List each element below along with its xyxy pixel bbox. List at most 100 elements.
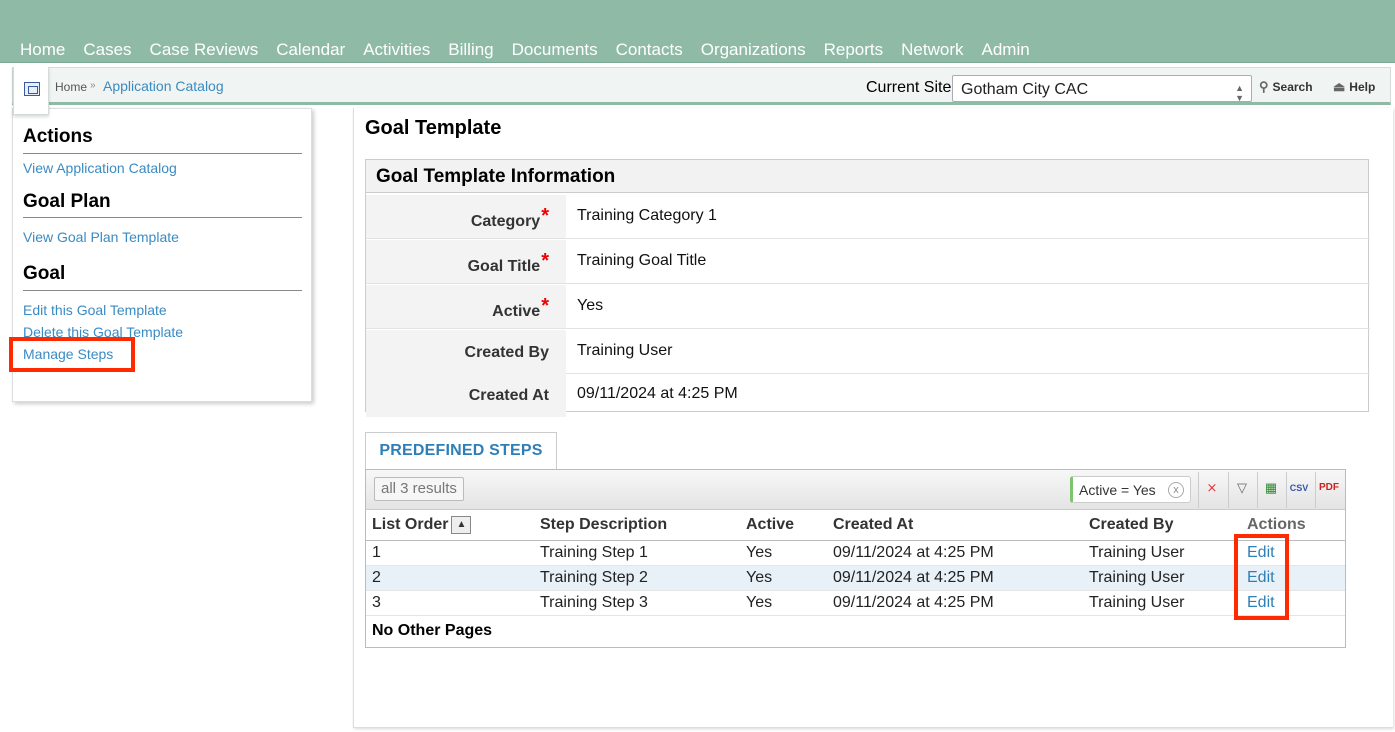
search-button[interactable]: ⚲ Search <box>1259 79 1313 95</box>
pagination-status: No Other Pages <box>372 622 493 639</box>
main-menu: Home Cases Case Reviews Calendar Activit… <box>20 40 1048 60</box>
divider <box>23 217 302 218</box>
remove-filter-icon[interactable]: x <box>1168 482 1184 498</box>
goal-heading: Goal <box>23 263 66 284</box>
chevron-updown-icon: ▲ ▼ <box>1235 83 1244 103</box>
col-created-at[interactable]: Created At <box>827 511 1083 541</box>
field-label: Goal Title* <box>366 240 566 283</box>
sort-ascending-icon[interactable]: ▲ <box>451 516 472 535</box>
nav-case-reviews[interactable]: Case Reviews <box>150 40 259 60</box>
breadcrumb-application-catalog[interactable]: Application Catalog <box>103 78 224 94</box>
main-content: Goal Template Goal Template Information … <box>353 108 1393 728</box>
cell-created-by: Training User <box>1083 590 1241 616</box>
filter-chip-label: Active = Yes <box>1079 482 1156 498</box>
breadcrumb-bar: Home » Application Catalog Current Site … <box>12 67 1391 115</box>
required-marker: * <box>541 295 549 317</box>
steps-table: List Order ▲ Step Description Active Crea… <box>366 511 1345 616</box>
breadcrumb-separator: » <box>90 80 96 91</box>
field-row-created-at: Created At 09/11/2024 at 4:25 PM <box>366 373 1370 417</box>
field-row-active: Active* Yes <box>366 285 1370 329</box>
cell-description: Training Step 1 <box>534 540 740 566</box>
view-goal-plan-template-link[interactable]: View Goal Plan Template <box>23 229 179 245</box>
nav-cases[interactable]: Cases <box>83 40 131 60</box>
field-value: Training Goal Title <box>577 252 707 269</box>
nav-organizations[interactable]: Organizations <box>701 40 806 60</box>
cell-created-by: Training User <box>1083 540 1241 566</box>
cell-active: Yes <box>740 565 827 591</box>
filter-icon[interactable]: ▽ <box>1231 477 1253 499</box>
table-row: 2 Training Step 2 Yes 09/11/2024 at 4:25… <box>366 565 1345 591</box>
col-step-description[interactable]: Step Description <box>534 511 740 541</box>
cell-active: Yes <box>740 590 827 616</box>
top-nav-bar: Home Cases Case Reviews Calendar Activit… <box>0 0 1395 63</box>
nav-network[interactable]: Network <box>901 40 963 60</box>
active-filter-chip[interactable]: Active = Yes x <box>1070 476 1191 503</box>
excel-export-icon[interactable]: ▦ <box>1260 477 1282 499</box>
field-label: Active* <box>366 285 566 328</box>
cell-created-by: Training User <box>1083 565 1241 591</box>
goal-template-info-box: Goal Template Information Category* Trai… <box>365 159 1370 417</box>
predefined-steps-grid: all 3 results Active = Yes x ⨯ ▽ ▦ CSV P… <box>365 469 1346 648</box>
info-box-title: Goal Template Information <box>366 160 1368 193</box>
field-label: Created By <box>366 330 566 373</box>
table-row: 3 Training Step 3 Yes 09/11/2024 at 4:25… <box>366 590 1345 616</box>
divider <box>23 153 302 154</box>
nav-calendar[interactable]: Calendar <box>276 40 345 60</box>
field-label: Created At <box>366 373 566 417</box>
nav-billing[interactable]: Billing <box>448 40 493 60</box>
divider <box>23 290 302 291</box>
tab-predefined-steps[interactable]: PREDEFINED STEPS <box>365 432 557 469</box>
field-value: Yes <box>577 297 604 314</box>
toolbar-divider <box>1198 472 1199 508</box>
col-active[interactable]: Active <box>740 511 827 541</box>
cell-created-at: 09/11/2024 at 4:25 PM <box>827 590 1083 616</box>
field-value: Training Category 1 <box>577 207 717 224</box>
help-bell-icon: ⏏ <box>1333 79 1346 94</box>
field-row-created-by: Created By Training User <box>366 330 1370 374</box>
cell-created-at: 09/11/2024 at 4:25 PM <box>827 540 1083 566</box>
current-site-select[interactable]: Gotham City CAC ▲ ▼ <box>952 75 1252 103</box>
table-row: 1 Training Step 1 Yes 09/11/2024 at 4:25… <box>366 540 1345 566</box>
toolbar-divider <box>1286 472 1287 508</box>
col-created-by[interactable]: Created By <box>1083 511 1241 541</box>
toolbar-divider <box>1257 472 1258 508</box>
cell-order: 2 <box>366 565 534 591</box>
nav-documents[interactable]: Documents <box>512 40 598 60</box>
results-count: all 3 results <box>374 477 464 501</box>
cell-active: Yes <box>740 540 827 566</box>
cell-description: Training Step 2 <box>534 565 740 591</box>
field-row-goal-title: Goal Title* Training Goal Title <box>366 240 1370 284</box>
view-application-catalog-link[interactable]: View Application Catalog <box>23 160 177 176</box>
field-label: Category* <box>366 195 566 238</box>
manage-steps-highlight <box>9 337 135 372</box>
sidebar-toggle-button[interactable] <box>13 67 49 115</box>
cell-description: Training Step 3 <box>534 590 740 616</box>
nav-admin[interactable]: Admin <box>982 40 1030 60</box>
field-value: Training User <box>577 342 673 359</box>
current-site-value: Gotham City CAC <box>961 81 1089 98</box>
actions-heading: Actions <box>23 126 93 147</box>
cell-order: 1 <box>366 540 534 566</box>
goal-plan-heading: Goal Plan <box>23 191 111 212</box>
nav-contacts[interactable]: Contacts <box>616 40 683 60</box>
required-marker: * <box>541 205 549 227</box>
nav-home[interactable]: Home <box>20 40 65 60</box>
panel-toggle-icon <box>24 82 40 96</box>
help-label: Help <box>1349 80 1376 94</box>
help-button[interactable]: ⏏ Help <box>1333 79 1375 95</box>
toolbar-divider <box>1315 472 1316 508</box>
cell-order: 3 <box>366 590 534 616</box>
edit-links-highlight <box>1234 534 1289 620</box>
edit-goal-template-link[interactable]: Edit this Goal Template <box>23 302 167 318</box>
breadcrumb-home[interactable]: Home <box>55 80 87 94</box>
toolbar-divider <box>1228 472 1229 508</box>
col-list-order[interactable]: List Order ▲ <box>366 511 534 541</box>
csv-export-icon[interactable]: CSV <box>1288 477 1310 499</box>
nav-activities[interactable]: Activities <box>363 40 430 60</box>
current-site-label: Current Site <box>866 79 952 96</box>
cell-created-at: 09/11/2024 at 4:25 PM <box>827 565 1083 591</box>
nav-reports[interactable]: Reports <box>824 40 884 60</box>
table-header-row: List Order ▲ Step Description Active Crea… <box>366 511 1345 541</box>
clear-filter-icon[interactable]: ⨯ <box>1201 477 1223 499</box>
pdf-export-icon[interactable]: PDF <box>1318 477 1340 499</box>
